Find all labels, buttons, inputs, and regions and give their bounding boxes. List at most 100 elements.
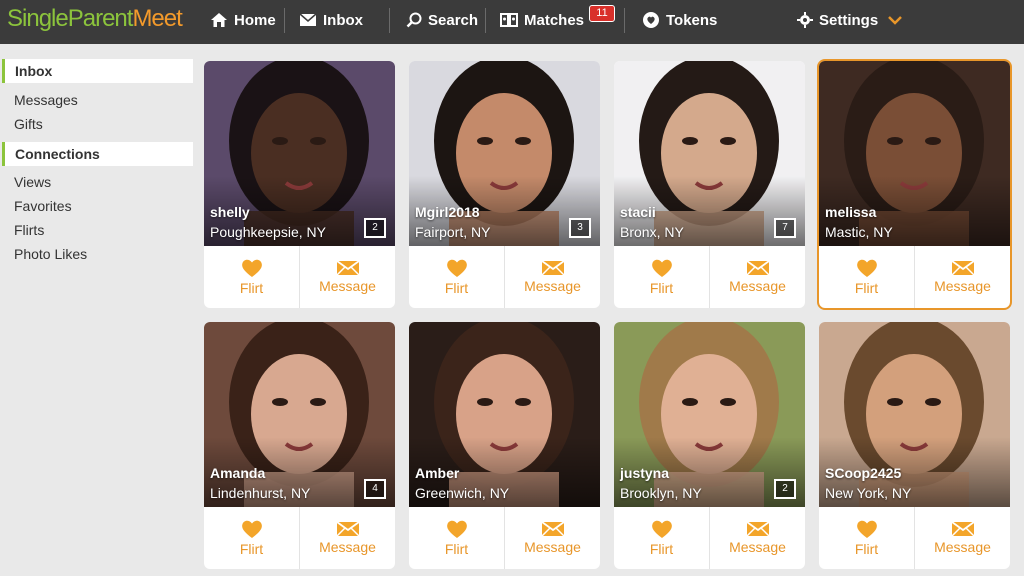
heart-icon [651,259,672,277]
flirt-button[interactable]: Flirt [614,246,709,308]
profile-name[interactable]: Mgirl2018 [415,204,480,220]
flirt-button[interactable]: Flirt [204,246,299,308]
profile-location: Mastic, NY [825,224,893,240]
sidebar-item-messages[interactable]: Messages [14,92,78,108]
nav-settings[interactable]: Settings [797,0,908,40]
sidebar-item-photo-likes[interactable]: Photo Likes [14,246,87,262]
profile-card[interactable]: Amanda Lindenhurst, NY 4 Flirt Message [204,322,395,569]
profile-name[interactable]: melissa [825,204,876,220]
heart-icon [856,259,877,277]
profile-card[interactable]: shelly Poughkeepsie, NY 2 Flirt Message [204,61,395,308]
gear-icon [797,12,813,28]
message-label: Message [319,278,376,294]
profile-name[interactable]: Amanda [210,465,265,481]
profile-photo[interactable]: melissa Mastic, NY [819,61,1010,246]
flirt-button[interactable]: Flirt [819,246,914,308]
profile-photo[interactable]: Mgirl2018 Fairport, NY 3 [409,61,600,246]
message-button[interactable]: Message [504,246,600,308]
profile-card[interactable]: justyna Brooklyn, NY 2 Flirt Message [614,322,805,569]
envelope-icon [950,260,975,276]
flirt-button[interactable]: Flirt [819,507,914,569]
profile-location: Brooklyn, NY [620,485,702,501]
nav-divider [485,8,486,33]
nav-divider [624,8,625,33]
matches-count-badge: 11 [589,5,615,22]
profile-photo[interactable]: Amber Greenwich, NY [409,322,600,507]
flirt-label: Flirt [854,280,879,296]
photo-count-badge[interactable]: 2 [774,479,796,499]
profile-location: Bronx, NY [620,224,684,240]
nav-matches[interactable]: Matches [500,0,584,40]
profile-photo[interactable]: stacii Bronx, NY 7 [614,61,805,246]
sidebar-item-gifts[interactable]: Gifts [14,116,43,132]
site-logo[interactable]: SingleParentMeet [7,5,183,33]
search-icon [406,12,422,28]
profile-name[interactable]: stacii [620,204,656,220]
profile-photo[interactable]: shelly Poughkeepsie, NY 2 [204,61,395,246]
nav-settings-label: Settings [819,11,879,29]
profile-card[interactable]: Amber Greenwich, NY Flirt Message [409,322,600,569]
nav-home-label: Home [234,11,276,29]
flirt-label: Flirt [239,280,264,296]
profile-name[interactable]: justyna [620,465,669,481]
profile-photo[interactable]: justyna Brooklyn, NY 2 [614,322,805,507]
chevron-down-icon [888,16,903,25]
message-button[interactable]: Message [299,507,395,569]
heart-icon [446,520,467,538]
nav-divider [284,8,285,33]
heart-icon [241,259,262,277]
card-actions: Flirt Message [819,246,1010,308]
photo-count-badge[interactable]: 3 [569,218,591,238]
profile-name[interactable]: Amber [415,465,459,481]
flirt-button[interactable]: Flirt [614,507,709,569]
token-icon [643,12,659,28]
message-label: Message [319,539,376,555]
sidebar-item-favorites[interactable]: Favorites [14,198,72,214]
message-button[interactable]: Message [709,246,805,308]
sidebar-header-inbox[interactable]: Inbox [2,59,193,83]
sidebar-item-flirts[interactable]: Flirts [14,222,44,238]
envelope-icon [335,260,360,276]
profile-card[interactable]: stacii Bronx, NY 7 Flirt Message [614,61,805,308]
profile-photo[interactable]: SCoop2425 New York, NY [819,322,1010,507]
flirt-button[interactable]: Flirt [204,507,299,569]
nav-inbox[interactable]: Inbox [299,0,363,40]
nav-search[interactable]: Search [406,0,478,40]
message-label: Message [729,539,786,555]
nav-home[interactable]: Home [210,0,276,40]
message-label: Message [524,539,581,555]
photo-count-badge[interactable]: 7 [774,218,796,238]
message-button[interactable]: Message [709,507,805,569]
photo-count-badge[interactable]: 2 [364,218,386,238]
message-button[interactable]: Message [299,246,395,308]
flirt-button[interactable]: Flirt [409,507,504,569]
profile-card[interactable]: melissa Mastic, NY Flirt Message [817,59,1012,310]
flirt-label: Flirt [649,280,674,296]
envelope-icon [745,521,770,537]
profile-card[interactable]: Mgirl2018 Fairport, NY 3 Flirt Message [409,61,600,308]
profile-photo[interactable]: Amanda Lindenhurst, NY 4 [204,322,395,507]
profile-name[interactable]: SCoop2425 [825,465,901,481]
nav-matches-label: Matches [524,11,585,29]
card-actions: Flirt Message [409,246,600,308]
profile-name[interactable]: shelly [210,204,250,220]
top-nav-bar: SingleParentMeet Home Inbox Search Match… [0,0,1024,44]
flirt-label: Flirt [444,541,469,557]
profile-location: Fairport, NY [415,224,491,240]
message-button[interactable]: Message [504,507,600,569]
sidebar: Inbox Messages Gifts Connections Views F… [0,44,200,576]
profile-card[interactable]: SCoop2425 New York, NY Flirt Message [819,322,1010,569]
heart-icon [651,520,672,538]
nav-tokens[interactable]: Tokens [642,0,717,40]
flirt-button[interactable]: Flirt [409,246,504,308]
flirt-label: Flirt [854,541,879,557]
matches-icon [500,13,518,27]
message-label: Message [934,278,991,294]
sidebar-header-connections[interactable]: Connections [2,142,193,166]
profile-location: New York, NY [825,485,912,501]
photo-count-badge[interactable]: 4 [364,479,386,499]
sidebar-item-views[interactable]: Views [14,174,51,190]
message-button[interactable]: Message [914,507,1010,569]
profile-location: Greenwich, NY [415,485,510,501]
message-button[interactable]: Message [914,246,1010,308]
